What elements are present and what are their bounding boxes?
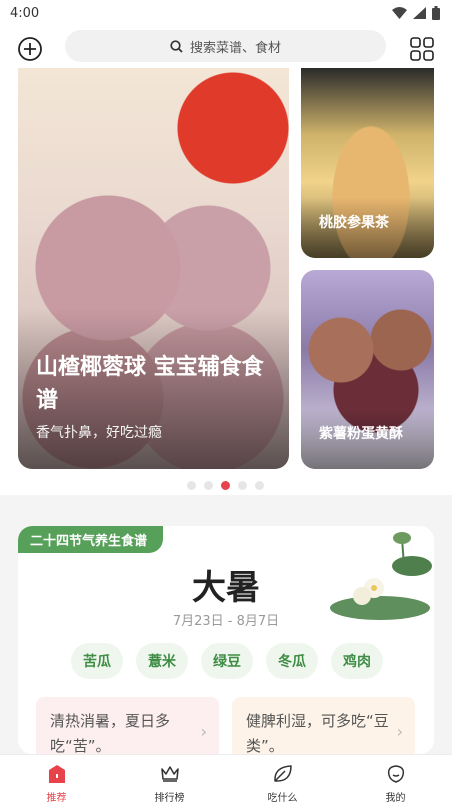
home-icon (46, 763, 68, 785)
leaf-icon (272, 763, 294, 785)
solar-term-name: 大暑 (192, 568, 260, 608)
solar-term-tag: 二十四节气养生食谱 (18, 526, 164, 553)
tab-label: 排行榜 (154, 793, 185, 804)
search-placeholder: 搜索菜谱、食材 (189, 40, 281, 56)
side-recipe-label: 紫薯粉蛋黄酥 (319, 426, 403, 442)
carousel-dot[interactable] (238, 481, 247, 490)
plus-circle-icon (18, 37, 42, 61)
search-input[interactable]: 搜索菜谱、食材 (65, 30, 386, 62)
featured-recipe-card[interactable]: 山楂椰蓉球 宝宝辅食食谱 香气扑鼻，好吃过瘾 (18, 68, 289, 469)
solar-term-card[interactable]: 二十四节气养生食谱 大暑 7月23日 - 8月7日 苦瓜 薏米 绿豆 冬瓜 鸡肉… (18, 526, 434, 754)
tab-label: 我的 (385, 793, 406, 804)
tab-mine[interactable]: 我的 (339, 755, 452, 804)
featured-banner: 山楂椰蓉球 宝宝辅食食谱 香气扑鼻，好吃过瘾 桃胶参果茶 紫薯粉蛋黄酥 (0, 68, 452, 495)
ingredient-chip[interactable]: 鸡肉 (331, 643, 383, 679)
battery-icon (432, 6, 440, 20)
ingredient-chip[interactable]: 薏米 (136, 643, 188, 679)
ingredient-chips: 苦瓜 薏米 绿豆 冬瓜 鸡肉 (71, 643, 383, 679)
tab-label: 推荐 (46, 793, 67, 804)
status-time: 4:00 (10, 5, 40, 21)
status-icons (392, 6, 440, 20)
featured-recipe-subtitle: 香气扑鼻，好吃过瘾 (36, 425, 162, 441)
ingredient-chip[interactable]: 冬瓜 (266, 643, 318, 679)
carousel-dot-active[interactable] (221, 481, 230, 490)
carousel-dot[interactable] (187, 481, 196, 490)
category-grid-button[interactable] (409, 36, 435, 62)
top-bar: 搜索菜谱、食材 (0, 26, 452, 68)
crown-icon (159, 763, 181, 785)
wifi-icon (392, 7, 407, 19)
carousel-dots (187, 481, 264, 490)
grid-icon (410, 37, 434, 61)
chevron-right-icon: › (396, 722, 403, 741)
side-recipe-label: 桃胶参果茶 (319, 215, 389, 231)
signal-icon (413, 7, 426, 19)
profile-icon (385, 763, 407, 785)
search-icon (170, 39, 183, 53)
health-tip-text: 清热消暑，夏日多吃“苦”。 (50, 712, 171, 754)
side-recipe-card[interactable]: 紫薯粉蛋黄酥 (301, 270, 434, 469)
solar-term-date: 7月23日 - 8月7日 (172, 614, 280, 629)
tab-ranking[interactable]: 排行榜 (113, 755, 226, 804)
featured-recipe-title: 山楂椰蓉球 宝宝辅食食谱 (36, 355, 264, 413)
ingredient-chip[interactable]: 绿豆 (201, 643, 253, 679)
tab-recommend[interactable]: 推荐 (0, 755, 113, 804)
health-tip-text: 健脾利湿，可多吃“豆类”。 (246, 712, 389, 754)
bottom-tab-bar: 推荐 排行榜 吃什么 我的 (0, 754, 452, 804)
tab-what-to-eat[interactable]: 吃什么 (226, 755, 339, 804)
add-button[interactable] (17, 36, 43, 62)
carousel-dot[interactable] (204, 481, 213, 490)
carousel-dot[interactable] (255, 481, 264, 490)
status-bar: 4:00 (0, 0, 452, 26)
ingredient-chip[interactable]: 苦瓜 (71, 643, 123, 679)
health-tip-card[interactable]: 清热消暑，夏日多吃“苦”。 › (36, 697, 219, 754)
health-tip-card[interactable]: 健脾利湿，可多吃“豆类”。 › (232, 697, 415, 754)
tab-label: 吃什么 (267, 793, 298, 804)
side-recipe-card[interactable]: 桃胶参果茶 (301, 68, 434, 258)
chevron-right-icon: › (200, 722, 207, 741)
